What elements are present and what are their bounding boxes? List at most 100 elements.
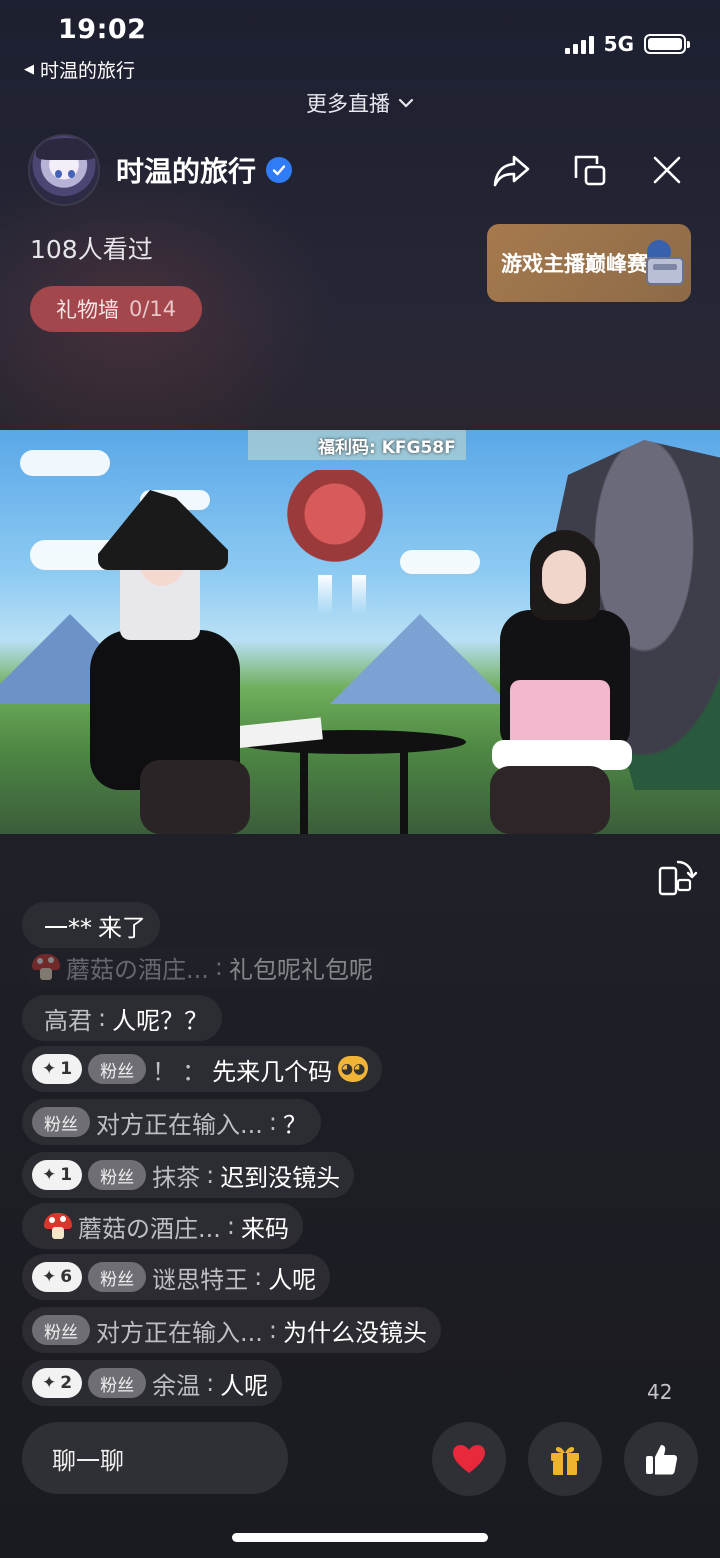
comment-separator: : — [206, 1161, 215, 1189]
anchor-name: 时温的旅行 — [116, 155, 257, 188]
comment-text: 人呢？？ — [112, 1006, 209, 1035]
status-time: 19:02 — [58, 14, 147, 45]
signal-icon — [564, 34, 594, 54]
verified-badge-icon — [266, 157, 293, 183]
comment-separator: : — [254, 1263, 263, 1291]
comment-text: 人呢 — [268, 1265, 317, 1294]
chat-input[interactable]: 聊一聊 — [22, 1422, 288, 1494]
star-icon: ✦ — [42, 1165, 57, 1185]
comment-text: 来了 — [98, 913, 146, 942]
battery-icon — [644, 34, 690, 54]
level-badge: ✦ 1 — [32, 1054, 83, 1084]
comment-user: 抹茶 — [152, 1163, 201, 1192]
comment-item[interactable]: 高君 : 人呢？？ — [22, 995, 223, 1041]
welfare-code-overlay: 福利码: KFG58F — [248, 430, 466, 460]
comment-text: 先来几个码 — [212, 1057, 333, 1086]
close-icon[interactable] — [645, 148, 689, 192]
comment-user: 蘑菇の酒庄... — [66, 955, 209, 984]
comment-item[interactable]: ✦ 6 粉丝 谜思特王 : 人呢 — [22, 1254, 331, 1300]
back-to-app-link[interactable]: ◀ 时温的旅行 — [24, 56, 135, 83]
comment-item[interactable]: 粉丝 对方正在输入... : ？ — [22, 1099, 321, 1145]
comment-item[interactable]: 蘑菇の酒庄... : 来码 — [22, 1203, 303, 1249]
gift-icon — [551, 1446, 579, 1475]
comment-separator: : — [214, 953, 223, 981]
comment-text: 为什么没镜头 — [282, 1318, 427, 1347]
level-number: 1 — [60, 1165, 73, 1185]
like-button[interactable] — [624, 1422, 698, 1496]
heart-icon — [453, 1445, 485, 1473]
comment-text: 礼包呢礼包呢 — [228, 955, 373, 984]
comment-separator: : — [268, 1316, 277, 1344]
back-app-label: 时温的旅行 — [40, 60, 136, 82]
comment-item[interactable]: 一** 来了 — [22, 902, 160, 948]
anchor-name-row[interactable]: 时温的旅行 — [116, 150, 293, 190]
chevron-down-icon — [398, 98, 414, 108]
mushroom-icon — [32, 954, 60, 980]
comment-separator: : — [268, 1108, 277, 1136]
gift-wall-button[interactable]: 礼物墙 0/14 — [30, 286, 203, 332]
more-live-dropdown[interactable]: 更多直播 — [0, 88, 720, 118]
heart-button[interactable] — [432, 1422, 506, 1496]
viewer-count: 108人看过 — [30, 235, 153, 264]
fan-badge: 粉丝 — [32, 1107, 90, 1137]
trophy-box-icon — [646, 240, 684, 285]
streamer-maid — [470, 530, 650, 834]
level-badge: ✦ 2 — [32, 1368, 83, 1398]
level-badge: ✦ 1 — [32, 1160, 83, 1190]
thumbs-up-icon — [646, 1445, 678, 1475]
star-icon: ✦ — [42, 1373, 57, 1393]
fan-badge: 粉丝 — [88, 1054, 147, 1084]
share-icon[interactable] — [490, 148, 534, 192]
comment-separator: : — [98, 1004, 107, 1032]
level-badge: ✦ 6 — [32, 1262, 83, 1292]
status-indicators: 5G — [564, 32, 690, 56]
fan-badge: 粉丝 — [88, 1160, 147, 1190]
comment-text: 来码 — [240, 1214, 289, 1243]
comment-item[interactable]: 蘑菇の酒庄... : 礼包呢礼包呢 — [22, 948, 387, 986]
comment-user: 高君 — [44, 1006, 92, 1035]
level-number: 1 — [60, 1059, 73, 1079]
comment-item[interactable]: ✦ 2 粉丝 余温 : 人呢 — [22, 1360, 283, 1406]
level-number: 6 — [60, 1267, 73, 1287]
mushroom-icon — [44, 1213, 72, 1239]
anchor-avatar[interactable] — [28, 134, 100, 206]
live-room-page: 19:02 ◀ 时温的旅行 5G 更多直播 时温的旅行 108人看过 礼物墙 0… — [0, 0, 720, 1558]
live-video[interactable]: 福利码: KFG58F — [0, 430, 720, 834]
rotate-screen-icon[interactable] — [654, 856, 698, 900]
fan-badge: 粉丝 — [88, 1368, 147, 1398]
gift-wall-count: 0/14 — [129, 297, 177, 321]
promo-banner[interactable]: 游戏主播巅峰赛 — [487, 224, 691, 302]
comment-separator: ： — [182, 1057, 207, 1086]
gift-button[interactable] — [528, 1422, 602, 1496]
home-indicator[interactable] — [232, 1533, 488, 1542]
comment-user: ！ — [152, 1057, 177, 1086]
more-live-label: 更多直播 — [306, 92, 390, 116]
comment-user: 蘑菇の酒庄... — [78, 1214, 221, 1243]
gift-wall-label: 礼物墙 — [56, 298, 119, 322]
star-icon: ✦ — [42, 1267, 57, 1287]
star-icon: ✦ — [42, 1059, 57, 1079]
streamer-witch — [80, 490, 280, 834]
level-number: 2 — [60, 1373, 73, 1393]
comment-item[interactable]: ✦ 1 粉丝 ！ ： 先来几个码 ◕◕ — [22, 1046, 383, 1092]
window-icon[interactable] — [568, 148, 612, 192]
comment-user: 余温 — [152, 1371, 201, 1400]
comment-item[interactable]: ✦ 1 粉丝 抹茶 : 迟到没镜头 — [22, 1152, 355, 1198]
comment-text: ？ — [282, 1110, 307, 1139]
robot-artwork — [280, 470, 390, 580]
back-triangle-icon: ◀ — [24, 62, 34, 77]
comment-item[interactable]: 粉丝 对方正在输入... : 为什么没镜头 — [22, 1307, 441, 1353]
comment-user: 对方正在输入... — [96, 1110, 263, 1139]
comment-user: 谜思特王 — [152, 1265, 249, 1294]
promo-banner-text: 游戏主播巅峰赛 — [501, 252, 648, 276]
comment-text: 迟到没镜头 — [220, 1163, 341, 1192]
fan-badge: 粉丝 — [88, 1262, 147, 1292]
like-count: 42 — [647, 1380, 673, 1404]
cat-emoji-icon: ◕◕ — [338, 1056, 369, 1082]
network-type: 5G — [603, 32, 634, 56]
comment-text: 人呢 — [220, 1371, 269, 1400]
comment-user: 一** — [44, 913, 92, 942]
comment-separator: : — [226, 1212, 235, 1240]
chat-placeholder: 聊一聊 — [52, 1446, 124, 1475]
fan-badge: 粉丝 — [32, 1315, 90, 1345]
